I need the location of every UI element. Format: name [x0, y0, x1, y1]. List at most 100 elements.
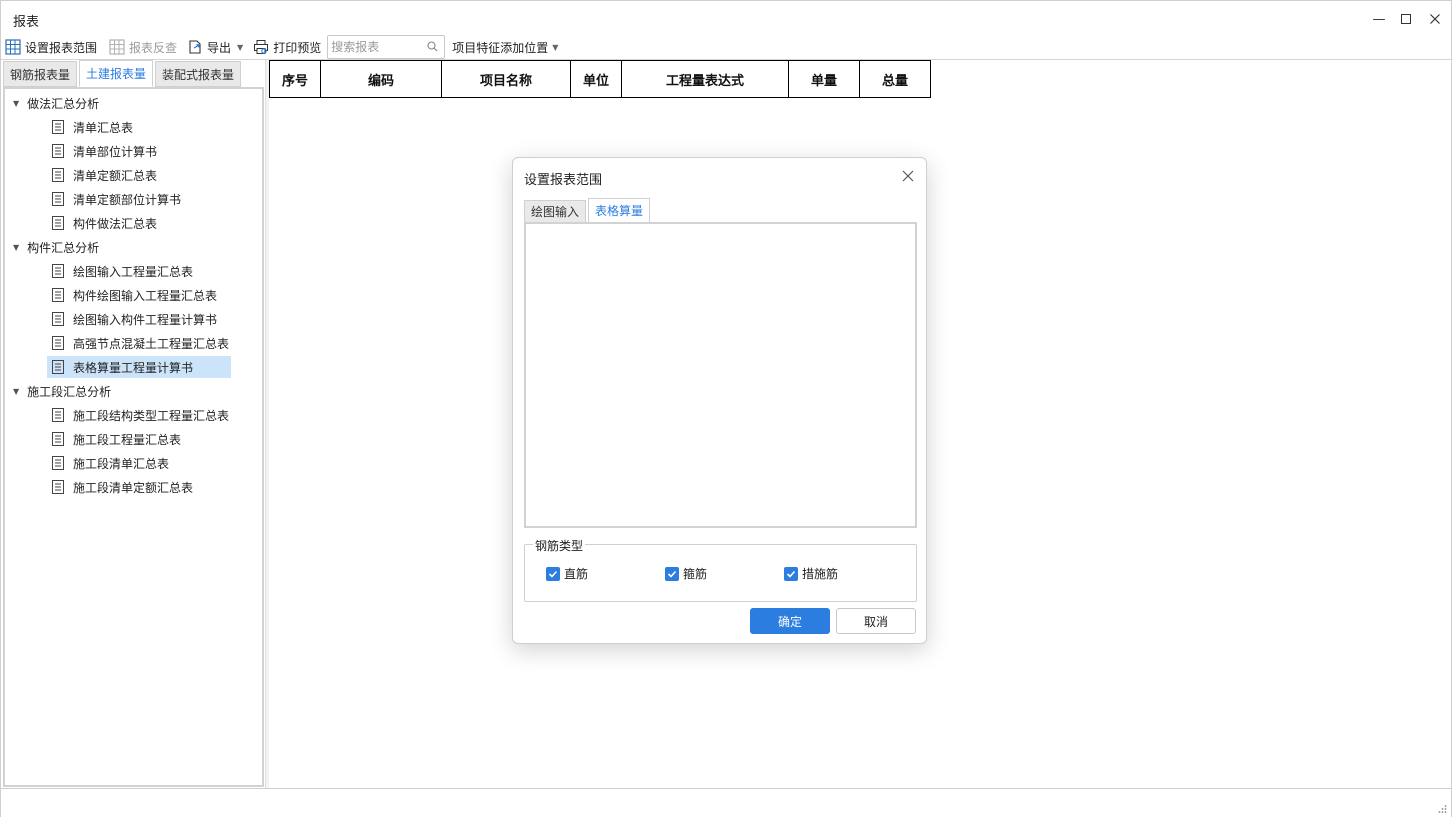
- status-bar: [1, 788, 1451, 817]
- report-type-tabs: 钢筋报表量 土建报表量 装配式报表量: [3, 60, 243, 87]
- tree-group-label: 施工段汇总分析: [27, 384, 112, 399]
- tree-item-label: 高强节点混凝土工程量汇总表: [73, 336, 230, 351]
- chevron-down-icon[interactable]: ▼: [237, 43, 243, 52]
- dialog-close-button[interactable]: [900, 168, 916, 184]
- reverse-check-icon: [109, 39, 125, 55]
- close-button[interactable]: [1425, 9, 1445, 29]
- table-header-row: 序号 编码 项目名称 单位 工程量表达式 单量 总量: [269, 60, 931, 98]
- tree-item-label: 构件做法汇总表: [73, 216, 158, 231]
- tab-prefab-report[interactable]: 装配式报表量: [155, 61, 242, 87]
- tree-item[interactable]: 清单部位计算书: [47, 140, 163, 162]
- maximize-icon: [1401, 14, 1411, 24]
- document-icon: [51, 480, 65, 494]
- tree-item-label: 表格算量工程量计算书: [73, 360, 194, 375]
- tree-item-label: 清单定额部位计算书: [73, 192, 182, 207]
- report-tree: ▼ 做法汇总分析 清单汇总表 清单部位计算书 清单定额汇总表 清单定额部位计算书: [3, 87, 264, 787]
- reverse-check-button[interactable]: 报表反查: [105, 36, 181, 58]
- column-header: 总量: [859, 60, 931, 98]
- close-icon: [1430, 14, 1440, 24]
- print-preview-button[interactable]: 打印预览: [249, 36, 325, 58]
- tree-item-selected[interactable]: 表格算量工程量计算书: [47, 356, 231, 378]
- checkbox-measure-bar[interactable]: 措施筋: [784, 565, 838, 582]
- document-icon: [51, 168, 65, 182]
- tree-item-label: 施工段结构类型工程量汇总表: [73, 408, 230, 423]
- tree-item[interactable]: 施工段清单定额汇总表: [47, 476, 199, 498]
- search-input[interactable]: [328, 36, 425, 58]
- resize-grip-icon[interactable]: [1437, 804, 1447, 814]
- cancel-button[interactable]: 取消: [836, 608, 916, 634]
- tree-group-stage[interactable]: ▼ 施工段汇总分析: [13, 380, 111, 402]
- tree-item[interactable]: 绘图输入构件工程量计算书: [47, 308, 223, 330]
- tab-drawing-input[interactable]: 绘图输入: [524, 200, 587, 223]
- tree-item-label: 清单定额汇总表: [73, 168, 158, 183]
- tree-group-method[interactable]: ▼ 做法汇总分析: [13, 92, 99, 114]
- document-icon: [51, 432, 65, 446]
- reverse-check-label: 报表反查: [129, 40, 178, 55]
- feature-position-dropdown[interactable]: 项目特征添加位置 ▼: [448, 36, 562, 58]
- window-title: 报表: [13, 15, 40, 30]
- tab-civil-report[interactable]: 土建报表量: [79, 60, 154, 87]
- document-icon: [51, 264, 65, 278]
- tree-item[interactable]: 绘图输入工程量汇总表: [47, 260, 199, 282]
- checkbox-checked-icon[interactable]: [784, 566, 798, 581]
- set-range-button[interactable]: 设置报表范围: [1, 36, 101, 58]
- tree-item-label: 施工段清单汇总表: [73, 456, 170, 471]
- maximize-button[interactable]: [1396, 9, 1416, 29]
- set-range-dialog: 设置报表范围 绘图输入 表格算量 钢筋类型 直筋 箍筋 措施筋 确定 取消: [512, 157, 927, 644]
- export-label: 导出: [207, 40, 232, 55]
- document-icon: [51, 216, 65, 230]
- tree-item[interactable]: 施工段结构类型工程量汇总表: [47, 404, 235, 426]
- checkbox-stirrup[interactable]: 箍筋: [665, 565, 707, 582]
- rebar-type-group: 钢筋类型 直筋 箍筋 措施筋: [524, 537, 917, 602]
- caret-down-icon[interactable]: ▼: [13, 243, 19, 252]
- caret-down-icon[interactable]: ▼: [13, 99, 19, 108]
- tree-item[interactable]: 构件绘图输入工程量汇总表: [47, 284, 223, 306]
- left-panel: 钢筋报表量 土建报表量 装配式报表量 ▼ 做法汇总分析 清单汇总表 清单部位计算…: [1, 60, 265, 788]
- tree-item[interactable]: 清单定额汇总表: [47, 164, 163, 186]
- tree-item[interactable]: 清单汇总表: [47, 116, 139, 138]
- print-preview-label: 打印预览: [273, 40, 322, 55]
- column-header: 单位: [570, 60, 622, 98]
- export-button[interactable]: 导出 ▼: [183, 36, 247, 58]
- search-box: [327, 35, 446, 59]
- checkbox-checked-icon[interactable]: [665, 566, 679, 581]
- checkbox-checked-icon[interactable]: [546, 566, 560, 581]
- tab-rebar-report[interactable]: 钢筋报表量: [3, 61, 78, 87]
- tab-table-calc[interactable]: 表格算量: [588, 198, 651, 223]
- tree-item-label: 施工段工程量汇总表: [73, 432, 182, 447]
- tree-item[interactable]: 施工段工程量汇总表: [47, 428, 187, 450]
- checkbox-straight-bar[interactable]: 直筋: [546, 565, 588, 582]
- checkbox-label: 箍筋: [683, 567, 708, 581]
- tree-item-label: 清单汇总表: [73, 120, 134, 135]
- document-icon: [51, 456, 65, 470]
- tree-group-component[interactable]: ▼ 构件汇总分析: [13, 236, 99, 258]
- ok-button[interactable]: 确定: [750, 608, 830, 634]
- column-header: 编码: [320, 60, 442, 98]
- column-header: 工程量表达式: [621, 60, 789, 98]
- search-icon[interactable]: [427, 41, 438, 55]
- minimize-button[interactable]: —: [1369, 9, 1389, 29]
- checkbox-label: 措施筋: [802, 567, 839, 581]
- document-icon: [51, 312, 65, 326]
- set-range-label: 设置报表范围: [25, 40, 98, 55]
- column-header: 项目名称: [441, 60, 571, 98]
- document-icon: [51, 408, 65, 422]
- dialog-title: 设置报表范围: [524, 173, 603, 188]
- tree-item[interactable]: 构件做法汇总表: [47, 212, 163, 234]
- tree-group-label: 做法汇总分析: [27, 96, 100, 111]
- print-preview-icon: [253, 39, 269, 55]
- grid-settings-icon: [5, 39, 21, 55]
- export-icon: [187, 39, 203, 55]
- checkbox-label: 直筋: [564, 567, 589, 581]
- tree-item[interactable]: 高强节点混凝土工程量汇总表: [47, 332, 235, 354]
- group-label: 钢筋类型: [533, 537, 586, 554]
- column-header: 序号: [269, 60, 321, 98]
- tree-item[interactable]: 施工段清单汇总表: [47, 452, 175, 474]
- caret-down-icon[interactable]: ▼: [13, 387, 19, 396]
- dialog-tabs: 绘图输入 表格算量: [524, 198, 652, 223]
- column-header: 单量: [788, 60, 860, 98]
- tree-item-label: 绘图输入工程量汇总表: [73, 264, 194, 279]
- tree-item-label: 施工段清单定额汇总表: [73, 480, 194, 495]
- feature-position-label: 项目特征添加位置: [452, 40, 549, 55]
- tree-item[interactable]: 清单定额部位计算书: [47, 188, 187, 210]
